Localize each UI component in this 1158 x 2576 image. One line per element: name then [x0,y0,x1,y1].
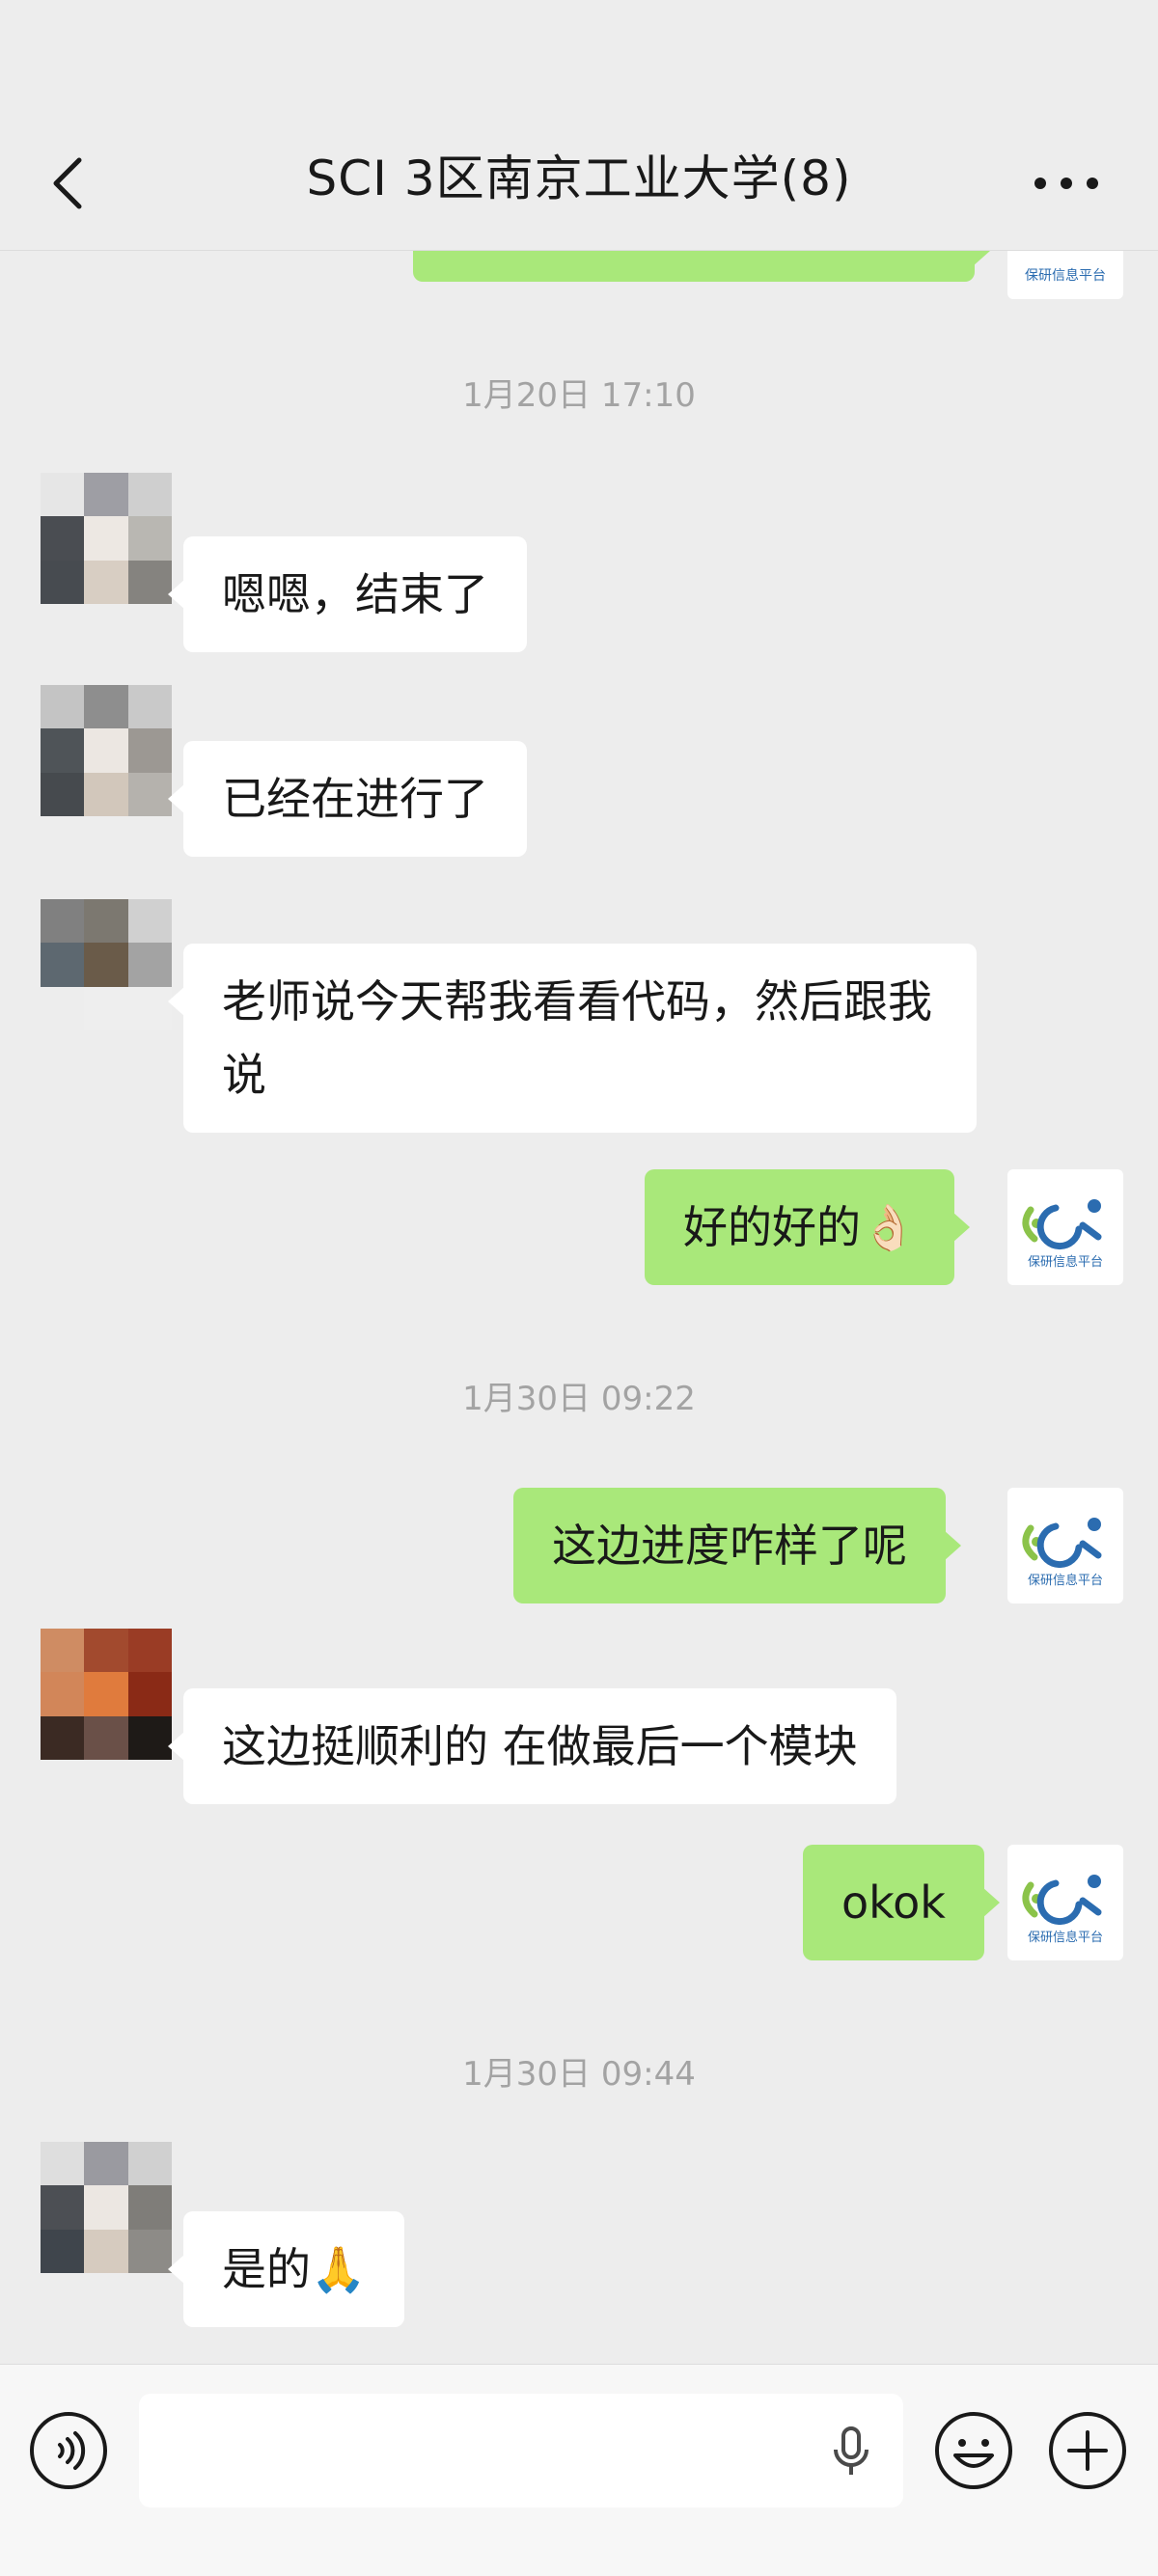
plus-icon [1049,2412,1126,2489]
svg-text:保研信息平台: 保研信息平台 [1025,267,1106,284]
avatar-self[interactable]: 保研信息平台 [1007,1169,1123,1285]
emoji-button[interactable] [932,2409,1015,2492]
chat-screen: SCI 3区南京工业大学(8) 保研信息平台 1月20日 17:10 嗯嗯，结束… [0,0,1158,2576]
svg-text:保研信息平台: 保研信息平台 [1028,1254,1103,1270]
avatar-self[interactable]: 保研信息平台 [1007,251,1123,299]
chat-header: SCI 3区南京工业大学(8) [0,0,1158,251]
svg-text:保研信息平台: 保研信息平台 [1028,1930,1103,1945]
avatar-contact[interactable] [41,899,172,1030]
message-input[interactable] [139,2394,903,2507]
microphone-icon [834,2426,868,2475]
avatar-self[interactable]: 保研信息平台 [1007,1845,1123,1960]
avatar-contact[interactable] [41,1629,172,1760]
message-bubble-left[interactable]: 老师说今天帮我看看代码，然后跟我说 [168,944,977,1133]
voice-icon [30,2412,107,2489]
more-dots-icon [1034,178,1098,189]
message-bubble-left[interactable]: 这边挺顺利的 在做最后一个模块 [168,1688,896,1804]
message-bubble-right[interactable]: 好的好的👌🏻 [645,1169,971,1285]
message-bubble-right[interactable]: 这边进度咋样了呢 [513,1488,961,1603]
logo-icon: 保研信息平台 [1022,1875,1103,1945]
message-bubble-left[interactable]: 是的🙏 [167,2211,405,2327]
message-bubble-left[interactable]: 已经在进行了 [168,741,527,857]
more-options-button[interactable] [1023,154,1110,212]
logo-icon: 保研信息平台 [1022,1199,1103,1270]
microphone-button[interactable] [820,2421,882,2482]
voice-button[interactable] [27,2409,110,2492]
input-bar [0,2364,1158,2576]
chat-title: SCI 3区南京工业大学(8) [306,151,852,206]
logo-icon: 保研信息平台 [1025,267,1106,284]
message-list[interactable]: 保研信息平台 1月20日 17:10 嗯嗯，结束了 已经在进行了 老师说今天帮我… [0,251,1158,2364]
timestamp: 1月20日 17:10 [462,376,696,415]
emoji-icon [935,2412,1012,2489]
svg-text:保研信息平台: 保研信息平台 [1028,1573,1103,1588]
message-bubble-partial[interactable] [413,251,990,282]
logo-icon: 保研信息平台 [1022,1518,1103,1588]
plus-button[interactable] [1046,2409,1129,2492]
message-bubble-left[interactable]: 嗯嗯，结束了 [168,536,527,652]
chevron-left-icon [53,157,82,209]
timestamp: 1月30日 09:44 [462,2055,696,2094]
avatar-contact[interactable] [41,685,172,816]
timestamp: 1月30日 09:22 [462,1380,696,1418]
back-button[interactable] [39,145,96,222]
avatar-contact[interactable] [41,2142,172,2273]
avatar-contact[interactable] [41,473,172,604]
avatar-self[interactable]: 保研信息平台 [1007,1488,1123,1603]
message-bubble-right[interactable]: okok [803,1845,1000,1960]
